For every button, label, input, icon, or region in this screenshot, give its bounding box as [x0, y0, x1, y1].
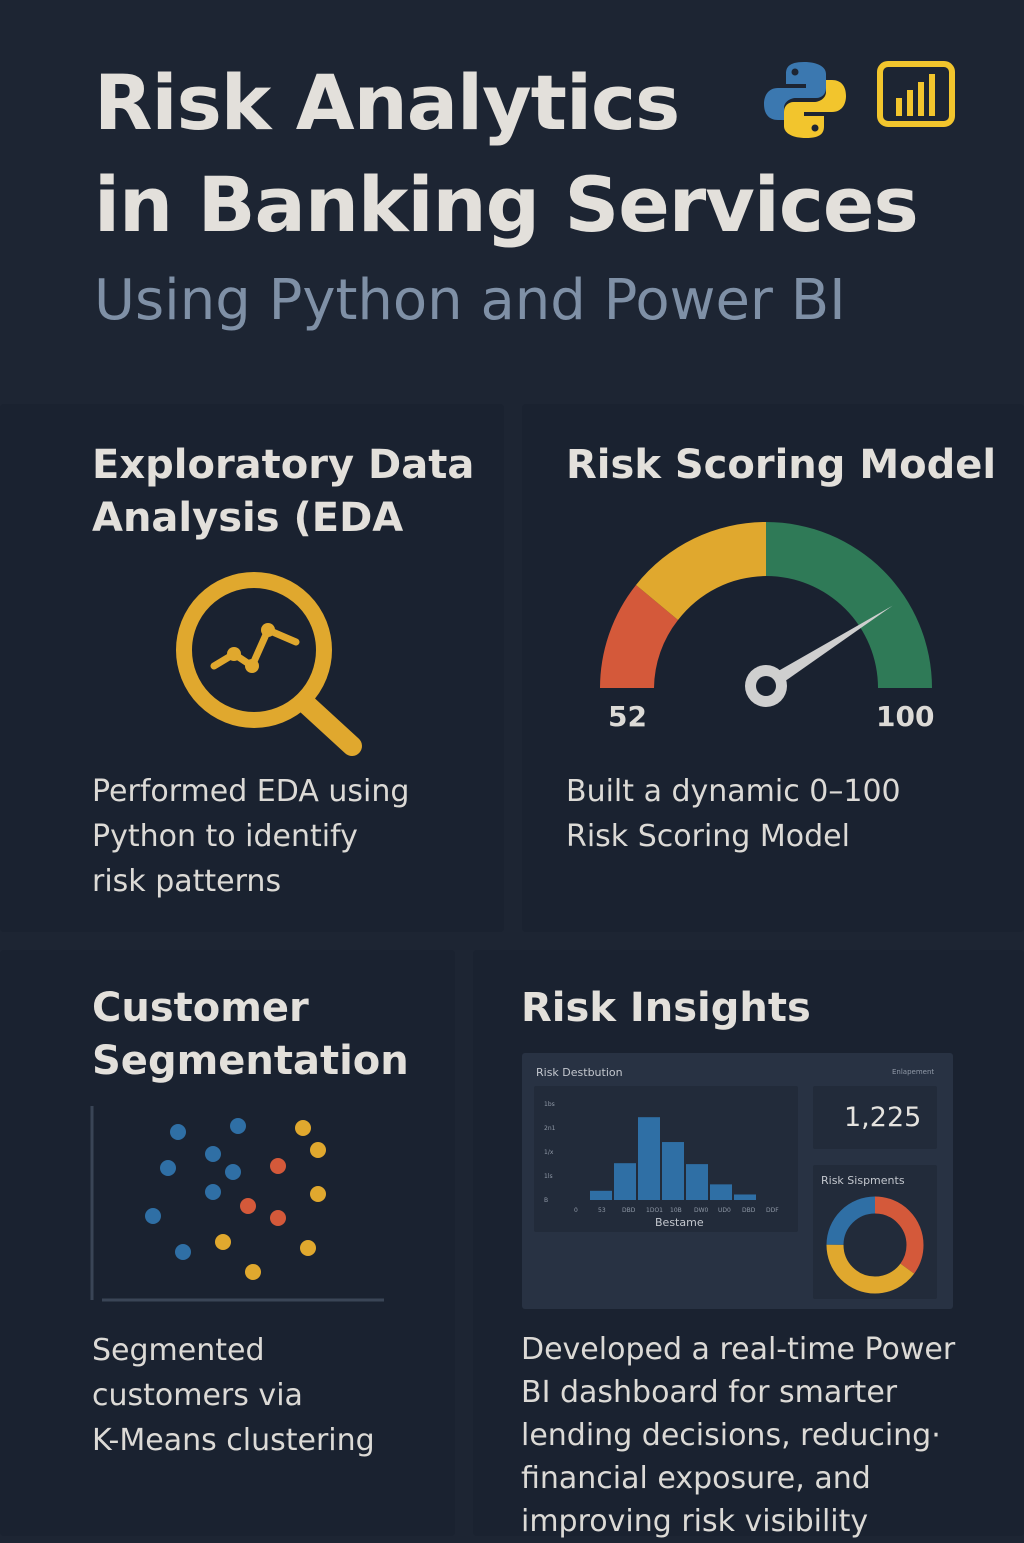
risk-gauge — [600, 522, 932, 707]
segmentation-description: Segmented customers via K-Means clusteri… — [92, 1333, 375, 1458]
scatter-point — [240, 1198, 256, 1214]
risk-scoring-card-title: Risk Scoring Model — [566, 442, 997, 488]
risk-scoring-description: Built a dynamic 0–100 Risk Scoring Model — [566, 774, 901, 854]
power-bi-logo-icon — [877, 61, 955, 127]
scatter-point — [295, 1120, 311, 1136]
histogram-x-tick: UD0 — [718, 1207, 731, 1214]
scatter-point — [270, 1210, 286, 1226]
title-line-1: Risk Analytics — [94, 58, 680, 147]
histogram-x-tick: DBD — [742, 1207, 756, 1214]
eda-card-description: Performed EDA using Python to identify r… — [92, 774, 410, 899]
scatter-point — [145, 1208, 161, 1224]
histogram-y-tick: 1bs — [544, 1101, 555, 1108]
scatter-point — [300, 1240, 316, 1256]
magnifier-trend-icon — [176, 572, 362, 756]
donut-title: Risk Sispments — [821, 1174, 905, 1187]
segmentation-card-title: Customer Segmentation — [92, 985, 409, 1084]
histogram-bar — [710, 1184, 732, 1200]
scatter-point — [230, 1118, 246, 1134]
scatter-point — [245, 1264, 261, 1280]
gauge-min-label: 52 — [608, 700, 647, 733]
scatter-point — [310, 1186, 326, 1202]
kpi-value: 1,225 — [844, 1102, 922, 1133]
scatter-point — [170, 1124, 186, 1140]
title-line-2: in Banking Services — [94, 160, 919, 249]
histogram-bar — [638, 1117, 660, 1200]
scatter-point — [205, 1146, 221, 1162]
histogram-x-tick: DBD — [622, 1207, 636, 1214]
histogram-y-tick: 1/x — [544, 1149, 554, 1156]
histogram-bar — [734, 1194, 756, 1200]
risk-distribution-histogram: 1bs 2n1 1/x 1ls B 0 53 DBD 1DO1 10B DW0 UD0 DBD DDF — [544, 1101, 779, 1214]
histogram-y-tick: 2n1 — [544, 1125, 556, 1132]
segmentation-scatter-plot — [90, 1106, 384, 1302]
gauge-segment-green — [766, 522, 932, 688]
python-logo-icon — [764, 62, 846, 138]
kpi-label: Enlapement — [892, 1068, 935, 1076]
histogram-y-tick: B — [544, 1197, 548, 1204]
scatter-point — [175, 1244, 191, 1260]
histogram-x-tick: DDF — [766, 1207, 779, 1214]
histogram-x-tick: 53 — [598, 1207, 606, 1214]
gauge-max-label: 100 — [876, 700, 935, 733]
risk-segments-donut — [826, 1196, 924, 1294]
scatter-point — [215, 1234, 231, 1250]
histogram-bar — [614, 1163, 636, 1200]
histogram-bar — [590, 1190, 612, 1200]
scatter-point — [160, 1160, 176, 1176]
histogram-x-tick: 1DO1 — [646, 1207, 663, 1214]
histogram-bar — [662, 1142, 684, 1200]
histogram-x-tick: DW0 — [694, 1207, 709, 1214]
eda-card-title: Exploratory Data Analysis (EDA — [92, 442, 475, 541]
page-subtitle: Using Python and Power BI — [94, 268, 846, 333]
scatter-point — [310, 1142, 326, 1158]
scatter-point — [270, 1158, 286, 1174]
scatter-point — [205, 1184, 221, 1200]
risk-insights-card-title: Risk Insights — [521, 985, 811, 1031]
histogram-y-tick: 1ls — [544, 1173, 553, 1180]
scatter-point — [225, 1164, 241, 1180]
histogram-bar — [686, 1164, 708, 1200]
risk-insights-description: Developed a real-time Power BI dashboard… — [521, 1332, 956, 1539]
histogram-title: Risk Destbution — [536, 1066, 623, 1079]
histogram-x-tick: 0 — [574, 1207, 578, 1214]
histogram-x-tick: 10B — [670, 1207, 682, 1214]
histogram-x-label: Bestame — [655, 1216, 704, 1229]
